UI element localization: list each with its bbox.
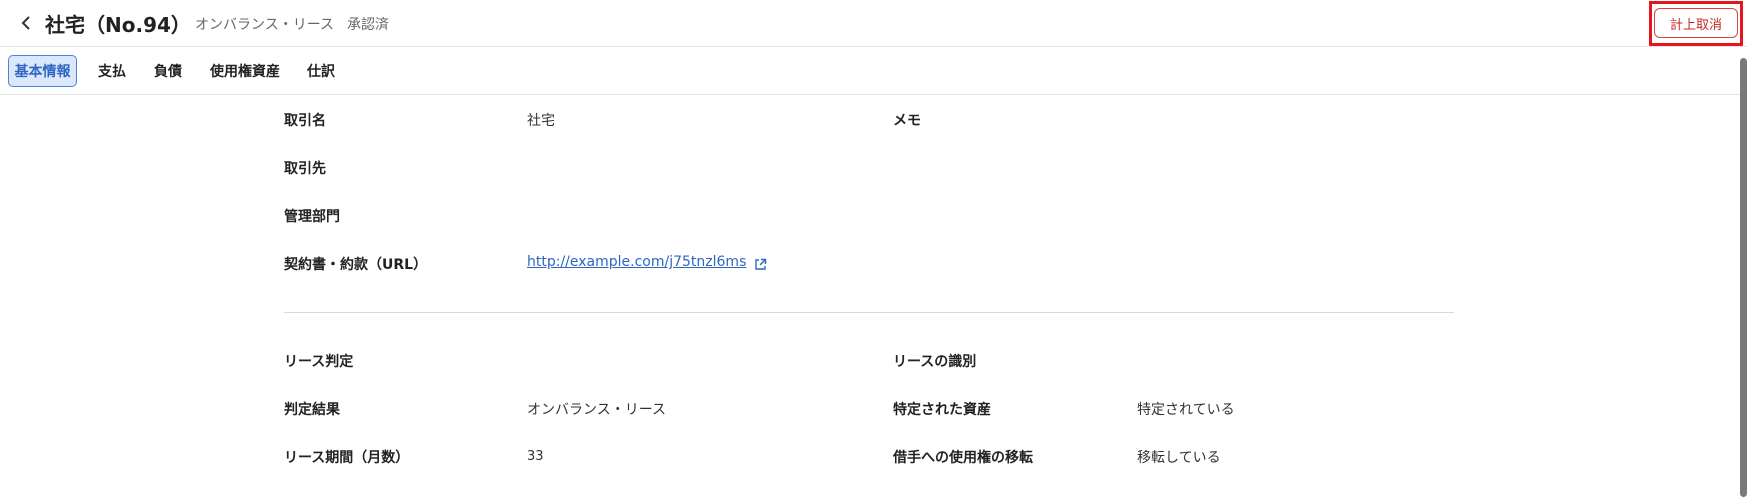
page-header: 社宅（No.94） オンバランス・リース 承認済 計上取消 [0,0,1747,47]
lease-period-label: リース期間（月数） [284,450,410,466]
judgment-result-value: オンバランス・リース [527,402,667,418]
name-value: 社宅 [527,113,555,129]
right-of-use-transfer-label: 借手への使用権の移転 [893,450,1033,466]
tab-journal[interactable]: 仕訳 [301,55,341,87]
contract-url-label: 契約書・約款（URL） [284,257,428,273]
name-label: 取引名 [284,113,326,129]
vertical-scrollbar[interactable] [1740,58,1747,497]
lease-type-label: オンバランス・リース [195,17,335,33]
tab-payment[interactable]: 支払 [92,55,132,87]
department-label: 管理部門 [284,209,340,225]
lease-period-value: 33 [527,449,544,464]
status-badge: 承認済 [347,17,389,33]
right-of-use-transfer-value: 移転している [1137,450,1221,466]
tab-bar: 基本情報 支払 負債 使用権資産 仕訳 [0,47,1747,95]
memo-label: メモ [893,113,921,129]
cancel-posting-button[interactable]: 計上取消 [1654,8,1738,38]
tab-basic-info[interactable]: 基本情報 [8,55,77,87]
lease-identification-label: リースの識別 [893,354,977,370]
external-link-icon[interactable] [754,256,767,270]
judgment-result-label: 判定結果 [284,402,340,418]
partner-label: 取引先 [284,161,326,177]
back-icon[interactable] [18,13,34,33]
identified-asset-value: 特定されている [1137,402,1235,418]
lease-judgment-label: リース判定 [284,354,354,370]
contract-url-link[interactable]: http://example.com/j75tnzl6ms [527,254,746,270]
tab-liability[interactable]: 負債 [148,55,188,87]
page-title: 社宅（No.94） [45,13,191,37]
section-divider [284,312,1454,313]
identified-asset-label: 特定された資産 [893,402,991,418]
tab-right-of-use-asset[interactable]: 使用権資産 [205,55,285,87]
